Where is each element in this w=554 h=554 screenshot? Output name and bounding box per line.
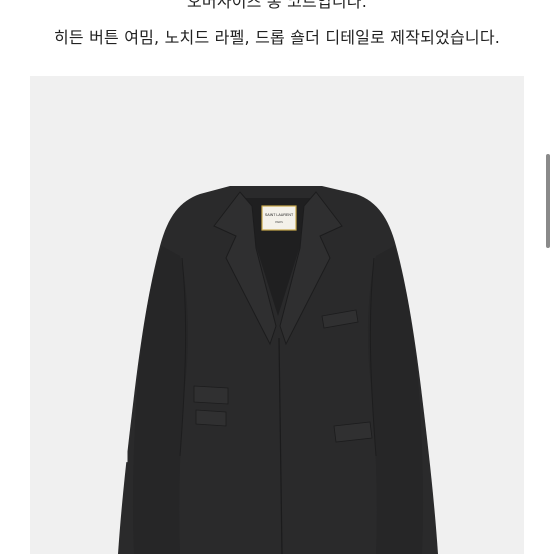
- page-viewport: 오버사이즈 롱 코트입니다. 히든 버튼 여밈, 노치드 라펠, 드롭 숄더 디…: [0, 0, 554, 554]
- coat-image: SAINT LAURENT PARIS: [118, 186, 438, 554]
- brand-label-name: SAINT LAURENT: [265, 213, 294, 217]
- description-line-1: 오버사이즈 롱 코트입니다.: [187, 0, 367, 11]
- scrollbar[interactable]: [542, 0, 554, 554]
- description-line-2: 히든 버튼 여밈, 노치드 라펠, 드롭 숄더 디테일로 제작되었습니다.: [53, 28, 501, 47]
- coat-left-ticket-pocket: [195, 409, 227, 427]
- scrollbar-thumb[interactable]: [546, 154, 550, 248]
- coat-left-pocket: [193, 385, 229, 405]
- product-photo[interactable]: SAINT LAURENT PARIS: [30, 76, 524, 554]
- brand-label: [261, 205, 297, 231]
- coat-right-pocket: [333, 421, 373, 443]
- brand-label-city: PARIS: [275, 220, 283, 224]
